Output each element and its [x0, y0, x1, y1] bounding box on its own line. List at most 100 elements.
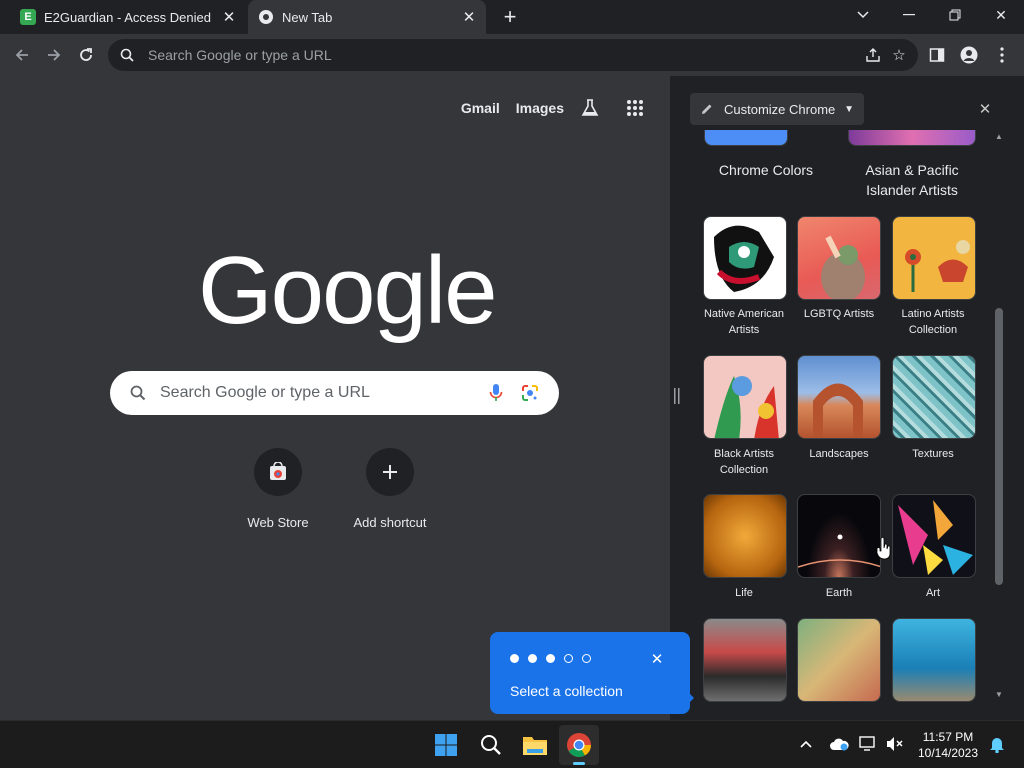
tab-e2guardian[interactable]: E E2Guardian - Access Denied ✕	[10, 0, 246, 34]
close-tooltip-icon[interactable]: ✕	[648, 650, 666, 668]
shortcut-label: Web Store	[247, 515, 309, 530]
black-artists-tile[interactable]	[703, 355, 787, 439]
side-panel-resize-handle-icon[interactable]	[674, 388, 680, 408]
taskbar-clock[interactable]: 11:57 PM 10/14/2023	[912, 729, 984, 761]
chrome-colors-tile[interactable]	[704, 130, 788, 146]
side-panel-title: Customize Chrome	[724, 101, 836, 117]
step-dot-done	[546, 654, 555, 663]
shortcut-label: Add shortcut	[353, 515, 427, 530]
customize-chrome-side-panel: Customize Chrome ▼ ✕ Chrome Colors Asian…	[686, 88, 1006, 702]
hand-pointer-cursor-icon	[876, 537, 892, 560]
close-side-panel-icon[interactable]: ✕	[976, 100, 994, 118]
chrome-taskbar-icon[interactable]	[559, 725, 599, 765]
kebab-menu-icon[interactable]	[989, 42, 1015, 68]
side-panel-header: Customize Chrome ▼ ✕	[686, 88, 1006, 130]
pencil-icon	[690, 102, 724, 116]
browser-toolbar: Search Google or type a URL ☆	[0, 34, 1024, 76]
chrome-favicon-icon	[258, 9, 274, 25]
google-lens-icon[interactable]	[521, 384, 539, 402]
native-american-artists-tile[interactable]	[703, 216, 787, 300]
bookmark-star-icon[interactable]: ☆	[886, 46, 912, 64]
shortcut-add[interactable]: Add shortcut	[335, 448, 445, 530]
minimize-icon[interactable]	[886, 0, 932, 30]
labs-flask-icon[interactable]	[580, 98, 600, 118]
dropdown-caret-icon: ▼	[844, 103, 854, 115]
windows-taskbar: 11:57 PM 10/14/2023	[0, 720, 1024, 768]
tab-new-tab[interactable]: New Tab ✕	[248, 0, 486, 34]
tile-label: Chrome Colors	[718, 162, 814, 178]
life-tile[interactable]	[703, 494, 787, 578]
ntp-search-placeholder: Search Google or type a URL	[160, 384, 370, 401]
tile-label: Art	[925, 587, 941, 599]
new-tab-plus-icon[interactable]: +	[498, 4, 522, 29]
step-progress-dots	[510, 654, 600, 663]
reload-icon[interactable]	[73, 42, 99, 68]
side-panel-selector-button[interactable]: Customize Chrome ▼	[690, 93, 864, 125]
search-icon	[130, 385, 146, 401]
onedrive-cloud-icon[interactable]	[828, 733, 850, 755]
tile-label: Landscapes	[809, 448, 869, 460]
tab-search-chevron-icon[interactable]	[840, 0, 886, 30]
cityscape-tile[interactable]	[703, 618, 787, 702]
voice-search-mic-icon[interactable]	[489, 383, 503, 403]
notification-bell-icon[interactable]	[986, 733, 1008, 755]
onboarding-tooltip: ✕ Select a collection	[490, 632, 694, 714]
close-tab-icon[interactable]: ✕	[458, 6, 480, 28]
gmail-link[interactable]: Gmail	[461, 100, 500, 116]
e2guardian-favicon-icon: E	[20, 9, 36, 25]
network-monitor-icon[interactable]	[858, 733, 880, 755]
ntp-search-box[interactable]: Search Google or type a URL	[110, 371, 559, 415]
share-icon[interactable]	[860, 47, 886, 63]
restore-icon[interactable]	[932, 0, 978, 30]
earth-tile[interactable]	[797, 494, 881, 578]
tile-label: Latino Artists Collection	[901, 308, 965, 336]
clock-time: 11:57 PM	[922, 730, 974, 744]
tooltip-text: Select a collection	[510, 683, 623, 699]
tab-strip: E E2Guardian - Access Denied ✕ New Tab ✕…	[0, 0, 1024, 34]
underwater-tile[interactable]	[892, 618, 976, 702]
latino-artists-tile[interactable]	[892, 216, 976, 300]
tray-chevron-up-icon[interactable]	[795, 733, 817, 755]
scrollbar-thumb[interactable]	[995, 308, 1003, 585]
step-dot-done	[510, 654, 519, 663]
scroll-down-arrow-icon[interactable]: ▼	[995, 690, 1003, 699]
close-tab-icon[interactable]: ✕	[218, 6, 240, 28]
volume-muted-icon[interactable]	[884, 733, 906, 755]
tab-title: New Tab	[282, 9, 333, 25]
shortcut-web-store[interactable]: Web Store	[223, 448, 333, 530]
profile-avatar-icon[interactable]	[956, 42, 982, 68]
tooltip-pointer	[686, 690, 694, 706]
lgbtq-artists-tile[interactable]	[797, 216, 881, 300]
art-tile[interactable]	[892, 494, 976, 578]
geometric-tile[interactable]	[797, 618, 881, 702]
forward-arrow-icon[interactable]	[41, 42, 67, 68]
web-store-icon	[254, 448, 302, 496]
search-icon	[114, 48, 140, 62]
collections-list[interactable]: Chrome Colors Asian & Pacific Islander A…	[686, 130, 990, 702]
images-link[interactable]: Images	[516, 100, 564, 116]
clock-date: 10/14/2023	[917, 746, 979, 760]
textures-tile[interactable]	[892, 355, 976, 439]
file-explorer-icon[interactable]	[515, 725, 555, 765]
apps-grid-icon[interactable]	[626, 99, 644, 117]
scroll-up-arrow-icon[interactable]: ▲	[995, 132, 1003, 141]
tile-label: Life	[735, 587, 753, 599]
back-arrow-icon[interactable]	[9, 42, 35, 68]
side-panel-icon[interactable]	[924, 42, 950, 68]
add-shortcut-plus-icon	[366, 448, 414, 496]
asian-pacific-artists-tile[interactable]	[848, 130, 976, 146]
ntp-top-links: Gmail Images	[461, 98, 670, 118]
windows-start-icon[interactable]	[426, 725, 466, 765]
landscapes-tile[interactable]	[797, 355, 881, 439]
taskbar-search-icon[interactable]	[471, 725, 511, 765]
active-app-indicator	[573, 762, 585, 765]
address-bar[interactable]: Search Google or type a URL ☆	[108, 39, 918, 71]
tile-label: LGBTQ Artists	[803, 308, 875, 320]
side-panel-scrollbar[interactable]: ▲ ▼	[992, 130, 1006, 702]
tile-label: Textures	[912, 448, 954, 460]
close-window-icon[interactable]: ✕	[978, 0, 1024, 30]
step-dot-pending	[582, 654, 591, 663]
address-bar-placeholder: Search Google or type a URL	[148, 47, 332, 63]
tile-label: Native American Artists	[703, 308, 785, 336]
tile-label: Earth	[825, 587, 853, 599]
